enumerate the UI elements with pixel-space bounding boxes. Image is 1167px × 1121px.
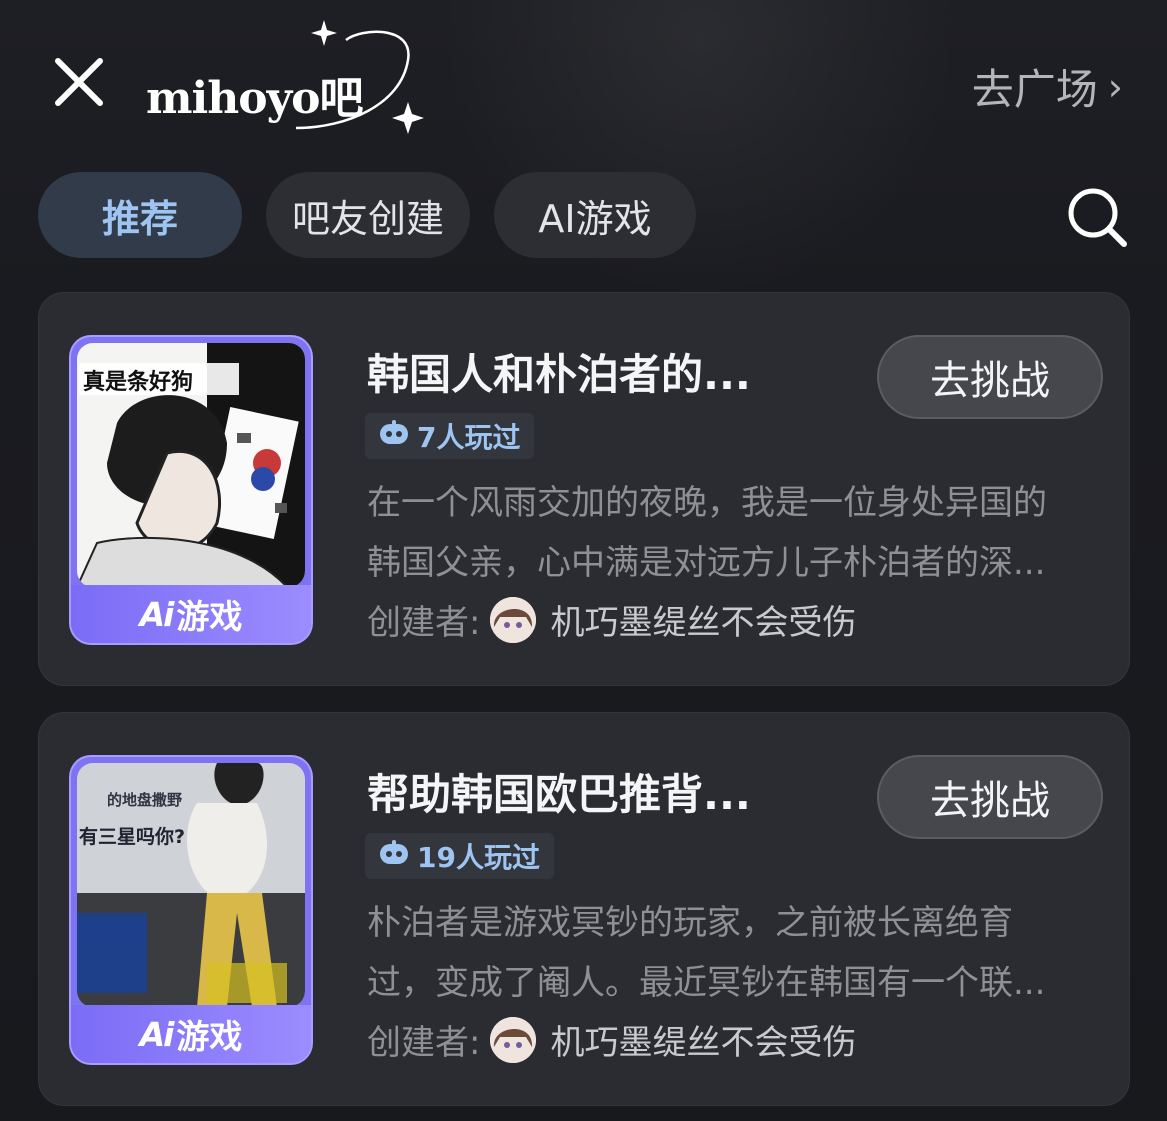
thumbnail-image: 真是条好狗 <box>77 343 305 587</box>
description-line: 朴泊者是游戏冥钞的玩家，之前被长离绝育 <box>367 903 1013 943</box>
thumbnail-caption: 真是条好狗 <box>83 369 193 395</box>
creator-label: 创建者: <box>367 1023 481 1063</box>
play-count: 19人玩过 <box>417 841 540 874</box>
search-icon[interactable] <box>1066 186 1128 248</box>
plaza-label: 去广场 <box>971 65 1098 114</box>
game-description: 朴泊者是游戏冥钞的玩家，之前被长离绝育 过，变成了阉人。最近冥钞在韩国有一个联.… <box>367 893 1087 1013</box>
game-card[interactable]: 真是条好狗 Ai 游戏 韩国人和朴泊者的... 去挑战 7人玩过 在一个风雨交加的… <box>38 292 1130 686</box>
ai-logo: Ai <box>139 594 175 634</box>
creator-info: 创建者: 机巧墨缇丝不会受伤 <box>367 1015 856 1064</box>
game-title[interactable]: 韩国人和朴泊者的... <box>367 341 817 402</box>
tab-bar: 推荐 吧友创建 AI游戏 <box>38 172 696 258</box>
badge-label: 游戏 <box>176 1017 243 1056</box>
close-icon[interactable] <box>52 55 106 109</box>
play-count-badge: 7人玩过 <box>365 413 535 459</box>
ai-game-badge: Ai 游戏 <box>71 585 311 643</box>
avatar[interactable] <box>490 596 537 643</box>
badge-label: 游戏 <box>176 597 243 636</box>
thumbnail-image: 的地盘撒野 有三星吗你? <box>77 763 305 1007</box>
avatar[interactable] <box>490 1016 537 1063</box>
play-count: 7人玩过 <box>417 421 521 454</box>
tab-recommend[interactable]: 推荐 <box>38 172 242 258</box>
forum-logo: mihoyo吧 <box>146 20 436 140</box>
creator-label: 创建者: <box>367 603 481 643</box>
description-line: 韩国父亲，心中满是对远方儿子朴泊者的深... <box>367 543 1046 583</box>
description-line: 在一个风雨交加的夜晚，我是一位身处异国的 <box>367 483 1047 523</box>
game-thumbnail[interactable]: 的地盘撒野 有三星吗你? Ai 游戏 <box>71 757 311 1063</box>
game-description: 在一个风雨交加的夜晚，我是一位身处异国的 韩国父亲，心中满是对远方儿子朴泊者的深… <box>367 473 1087 593</box>
thumbnail-caption: 有三星吗你? <box>79 825 185 848</box>
ai-logo: Ai <box>139 1014 175 1054</box>
creator-info: 创建者: 机巧墨缇丝不会受伤 <box>367 595 856 644</box>
tab-user-created[interactable]: 吧友创建 <box>266 172 470 258</box>
game-title[interactable]: 帮助韩国欧巴推背... <box>367 761 817 822</box>
challenge-button[interactable]: 去挑战 <box>877 755 1103 839</box>
page: mihoyo吧 去广场 › 推荐 吧友创建 AI游戏 真是条好狗 Ai 游戏 韩… <box>0 0 1167 1121</box>
play-count-badge: 19人玩过 <box>365 833 554 879</box>
gamepad-icon <box>379 839 409 873</box>
game-thumbnail[interactable]: 真是条好狗 Ai 游戏 <box>71 337 311 643</box>
tab-ai-games[interactable]: AI游戏 <box>494 172 696 258</box>
description-line: 过，变成了阉人。最近冥钞在韩国有一个联... <box>367 963 1046 1003</box>
chevron-right-icon: › <box>1107 64 1123 109</box>
gamepad-icon <box>379 419 409 453</box>
game-card[interactable]: 的地盘撒野 有三星吗你? Ai游戏 帮助韩国欧巴推背... 去挑战 19人玩过 <box>38 712 1130 1106</box>
creator-name[interactable]: 机巧墨缇丝不会受伤 <box>550 1015 856 1064</box>
ai-game-badge: Ai 游戏 <box>71 1005 311 1063</box>
thumbnail-caption: 的地盘撒野 <box>107 791 182 809</box>
go-to-plaza-link[interactable]: 去广场 › <box>972 56 1123 117</box>
creator-name[interactable]: 机巧墨缇丝不会受伤 <box>550 595 856 644</box>
forum-title: mihoyo吧 <box>146 73 364 124</box>
challenge-button[interactable]: 去挑战 <box>877 335 1103 419</box>
